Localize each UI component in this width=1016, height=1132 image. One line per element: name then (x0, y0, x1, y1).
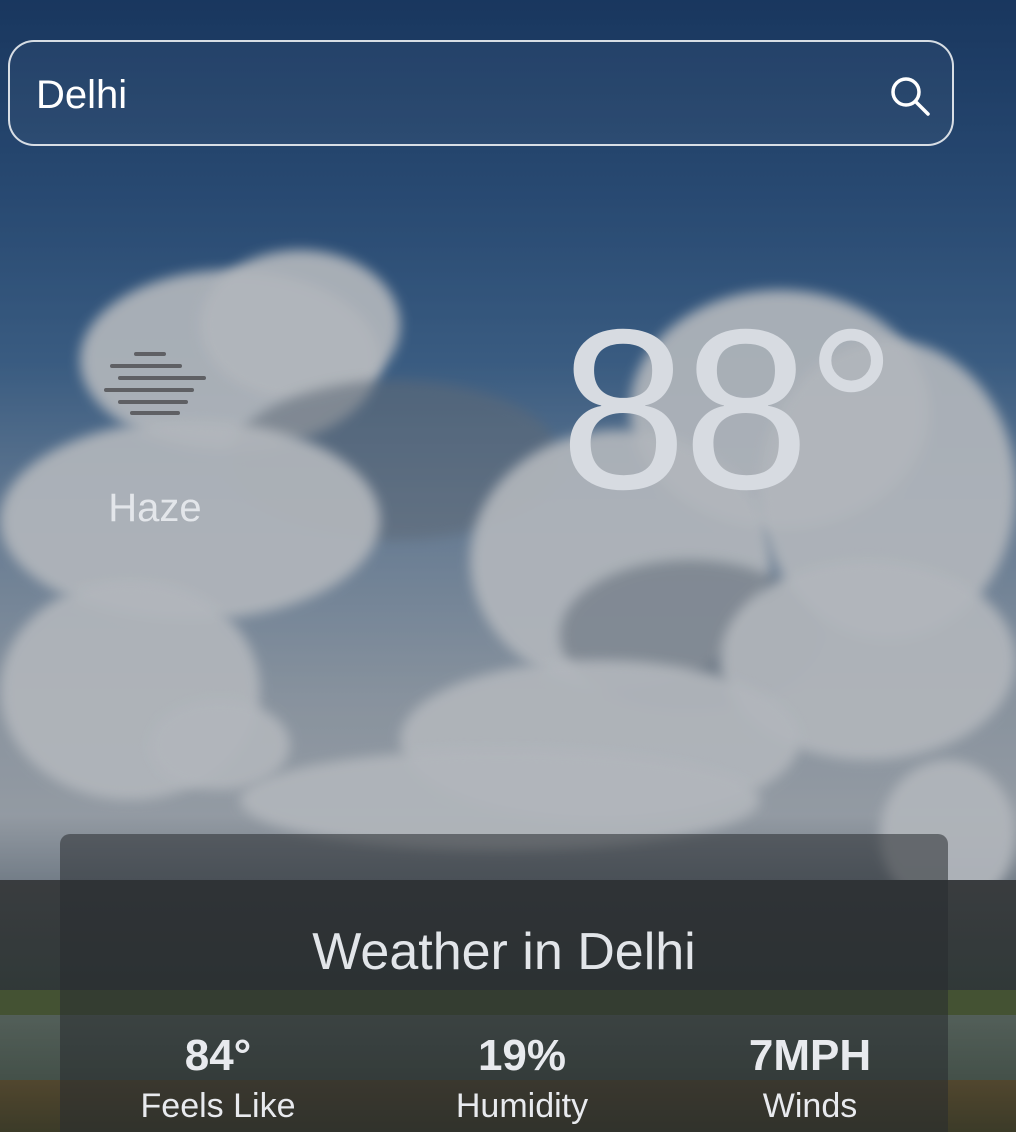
feels-like-value: 84° (184, 1031, 252, 1080)
stat-winds: 7MPH Winds (680, 1031, 940, 1127)
stat-humidity: 19% Humidity (392, 1031, 652, 1127)
search-input[interactable] (34, 64, 858, 126)
humidity-value: 19% (477, 1031, 567, 1080)
stat-feels-like: 84° Feels Like (88, 1031, 348, 1127)
details-title: Weather in Delhi (312, 923, 696, 981)
winds-label: Winds (762, 1087, 858, 1126)
haze-icon (100, 348, 210, 418)
winds-value: 7MPH (748, 1031, 872, 1080)
search-icon (891, 77, 930, 116)
humidity-label: Humidity (455, 1087, 589, 1126)
condition-label: Haze (108, 486, 202, 530)
details-panel: Weather in Delhi 84° Feels Like 19% Humi… (60, 834, 948, 1132)
search-button[interactable] (886, 72, 934, 120)
search-bar (8, 40, 954, 146)
weather-app: Haze 88° Weather in Delhi 84° Feels Like… (0, 0, 1016, 1132)
temperature: 88° (560, 283, 897, 537)
feels-like-label: Feels Like (140, 1087, 296, 1126)
